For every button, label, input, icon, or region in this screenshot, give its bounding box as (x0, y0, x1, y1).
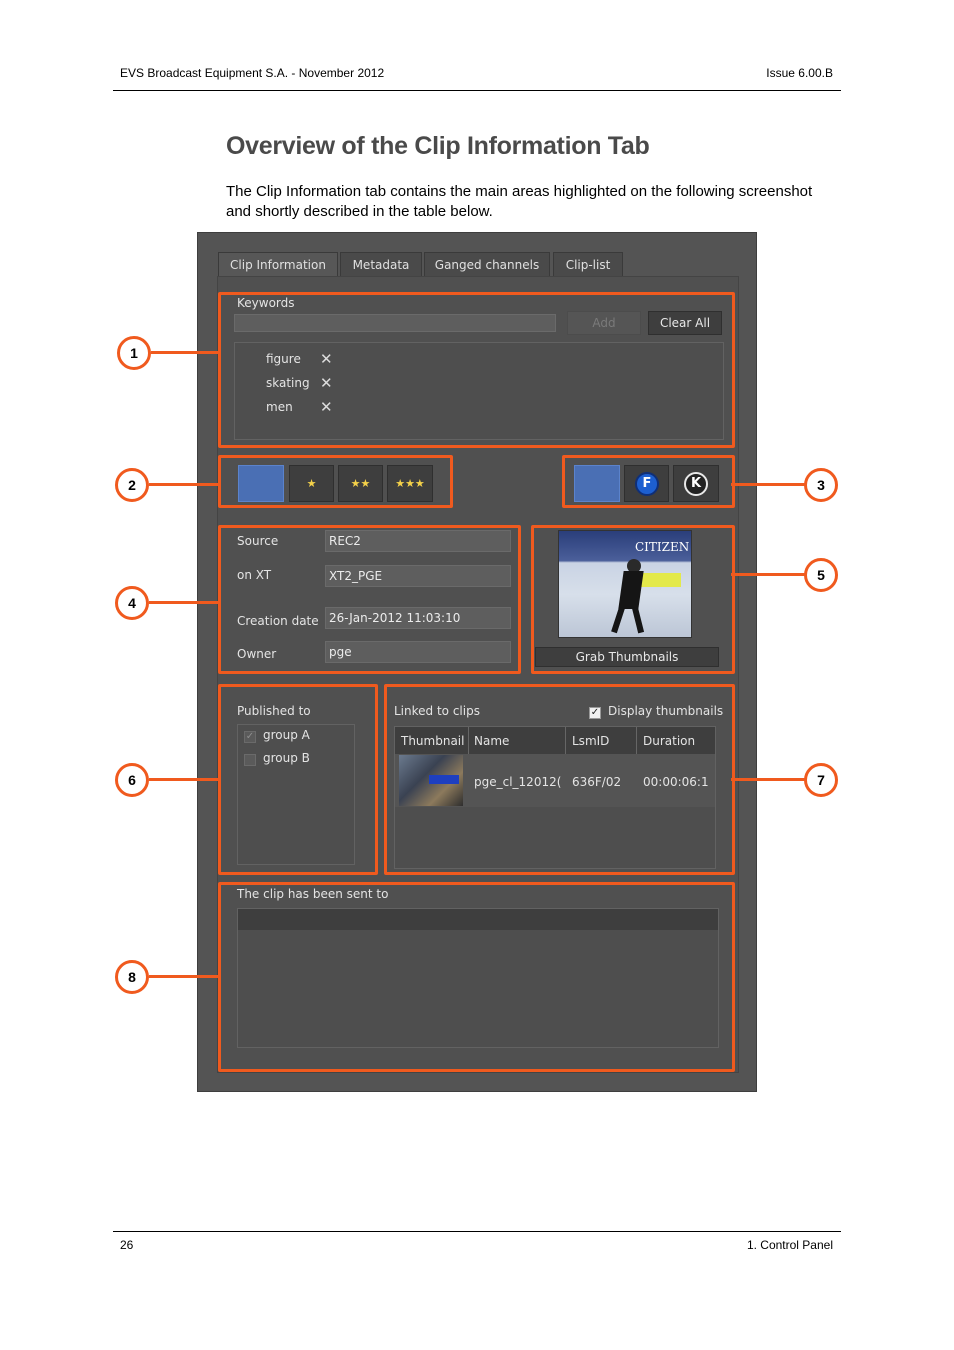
callout-line (149, 601, 221, 604)
highlight-area-7 (384, 684, 735, 875)
section-title: Overview of the Clip Information Tab (226, 132, 650, 160)
tab-ganged-channels[interactable]: Ganged channels (424, 252, 550, 277)
tab-metadata[interactable]: Metadata (340, 252, 422, 277)
highlight-area-5 (531, 525, 735, 674)
callout-2: 2 (115, 468, 149, 502)
page-number: 26 (120, 1238, 134, 1252)
callout-1: 1 (117, 336, 151, 370)
header-rule (113, 90, 841, 91)
callout-line (731, 483, 805, 486)
tab-clip-information[interactable]: Clip Information (218, 252, 338, 277)
footer-section: 1. Control Panel (746, 1238, 833, 1252)
highlight-area-2 (218, 455, 453, 508)
callout-4: 4 (115, 586, 149, 620)
intro-paragraph: The Clip Information tab contains the ma… (226, 183, 813, 220)
highlight-area-8 (218, 882, 735, 1072)
callout-line (151, 351, 221, 354)
clip-information-screenshot: Clip Information Metadata Ganged channel… (197, 232, 757, 1092)
callout-line (731, 778, 805, 781)
highlight-area-4 (218, 525, 521, 674)
callout-6: 6 (115, 763, 149, 797)
page-header-right: Issue 6.00.B (766, 66, 833, 80)
callout-8: 8 (115, 960, 149, 994)
callout-line (149, 483, 221, 486)
callout-5: 5 (804, 558, 838, 592)
callout-line (149, 778, 221, 781)
footer-rule (113, 1231, 841, 1232)
tab-clip-list[interactable]: Clip-list (553, 252, 623, 277)
callout-line (731, 573, 805, 576)
highlight-area-3 (562, 455, 735, 508)
callout-7: 7 (804, 763, 838, 797)
highlight-area-6 (218, 684, 378, 875)
page-header-left: EVS Broadcast Equipment S.A. - November … (120, 66, 385, 80)
highlight-area-1 (218, 292, 735, 448)
callout-3: 3 (804, 468, 838, 502)
callout-line (149, 975, 221, 978)
